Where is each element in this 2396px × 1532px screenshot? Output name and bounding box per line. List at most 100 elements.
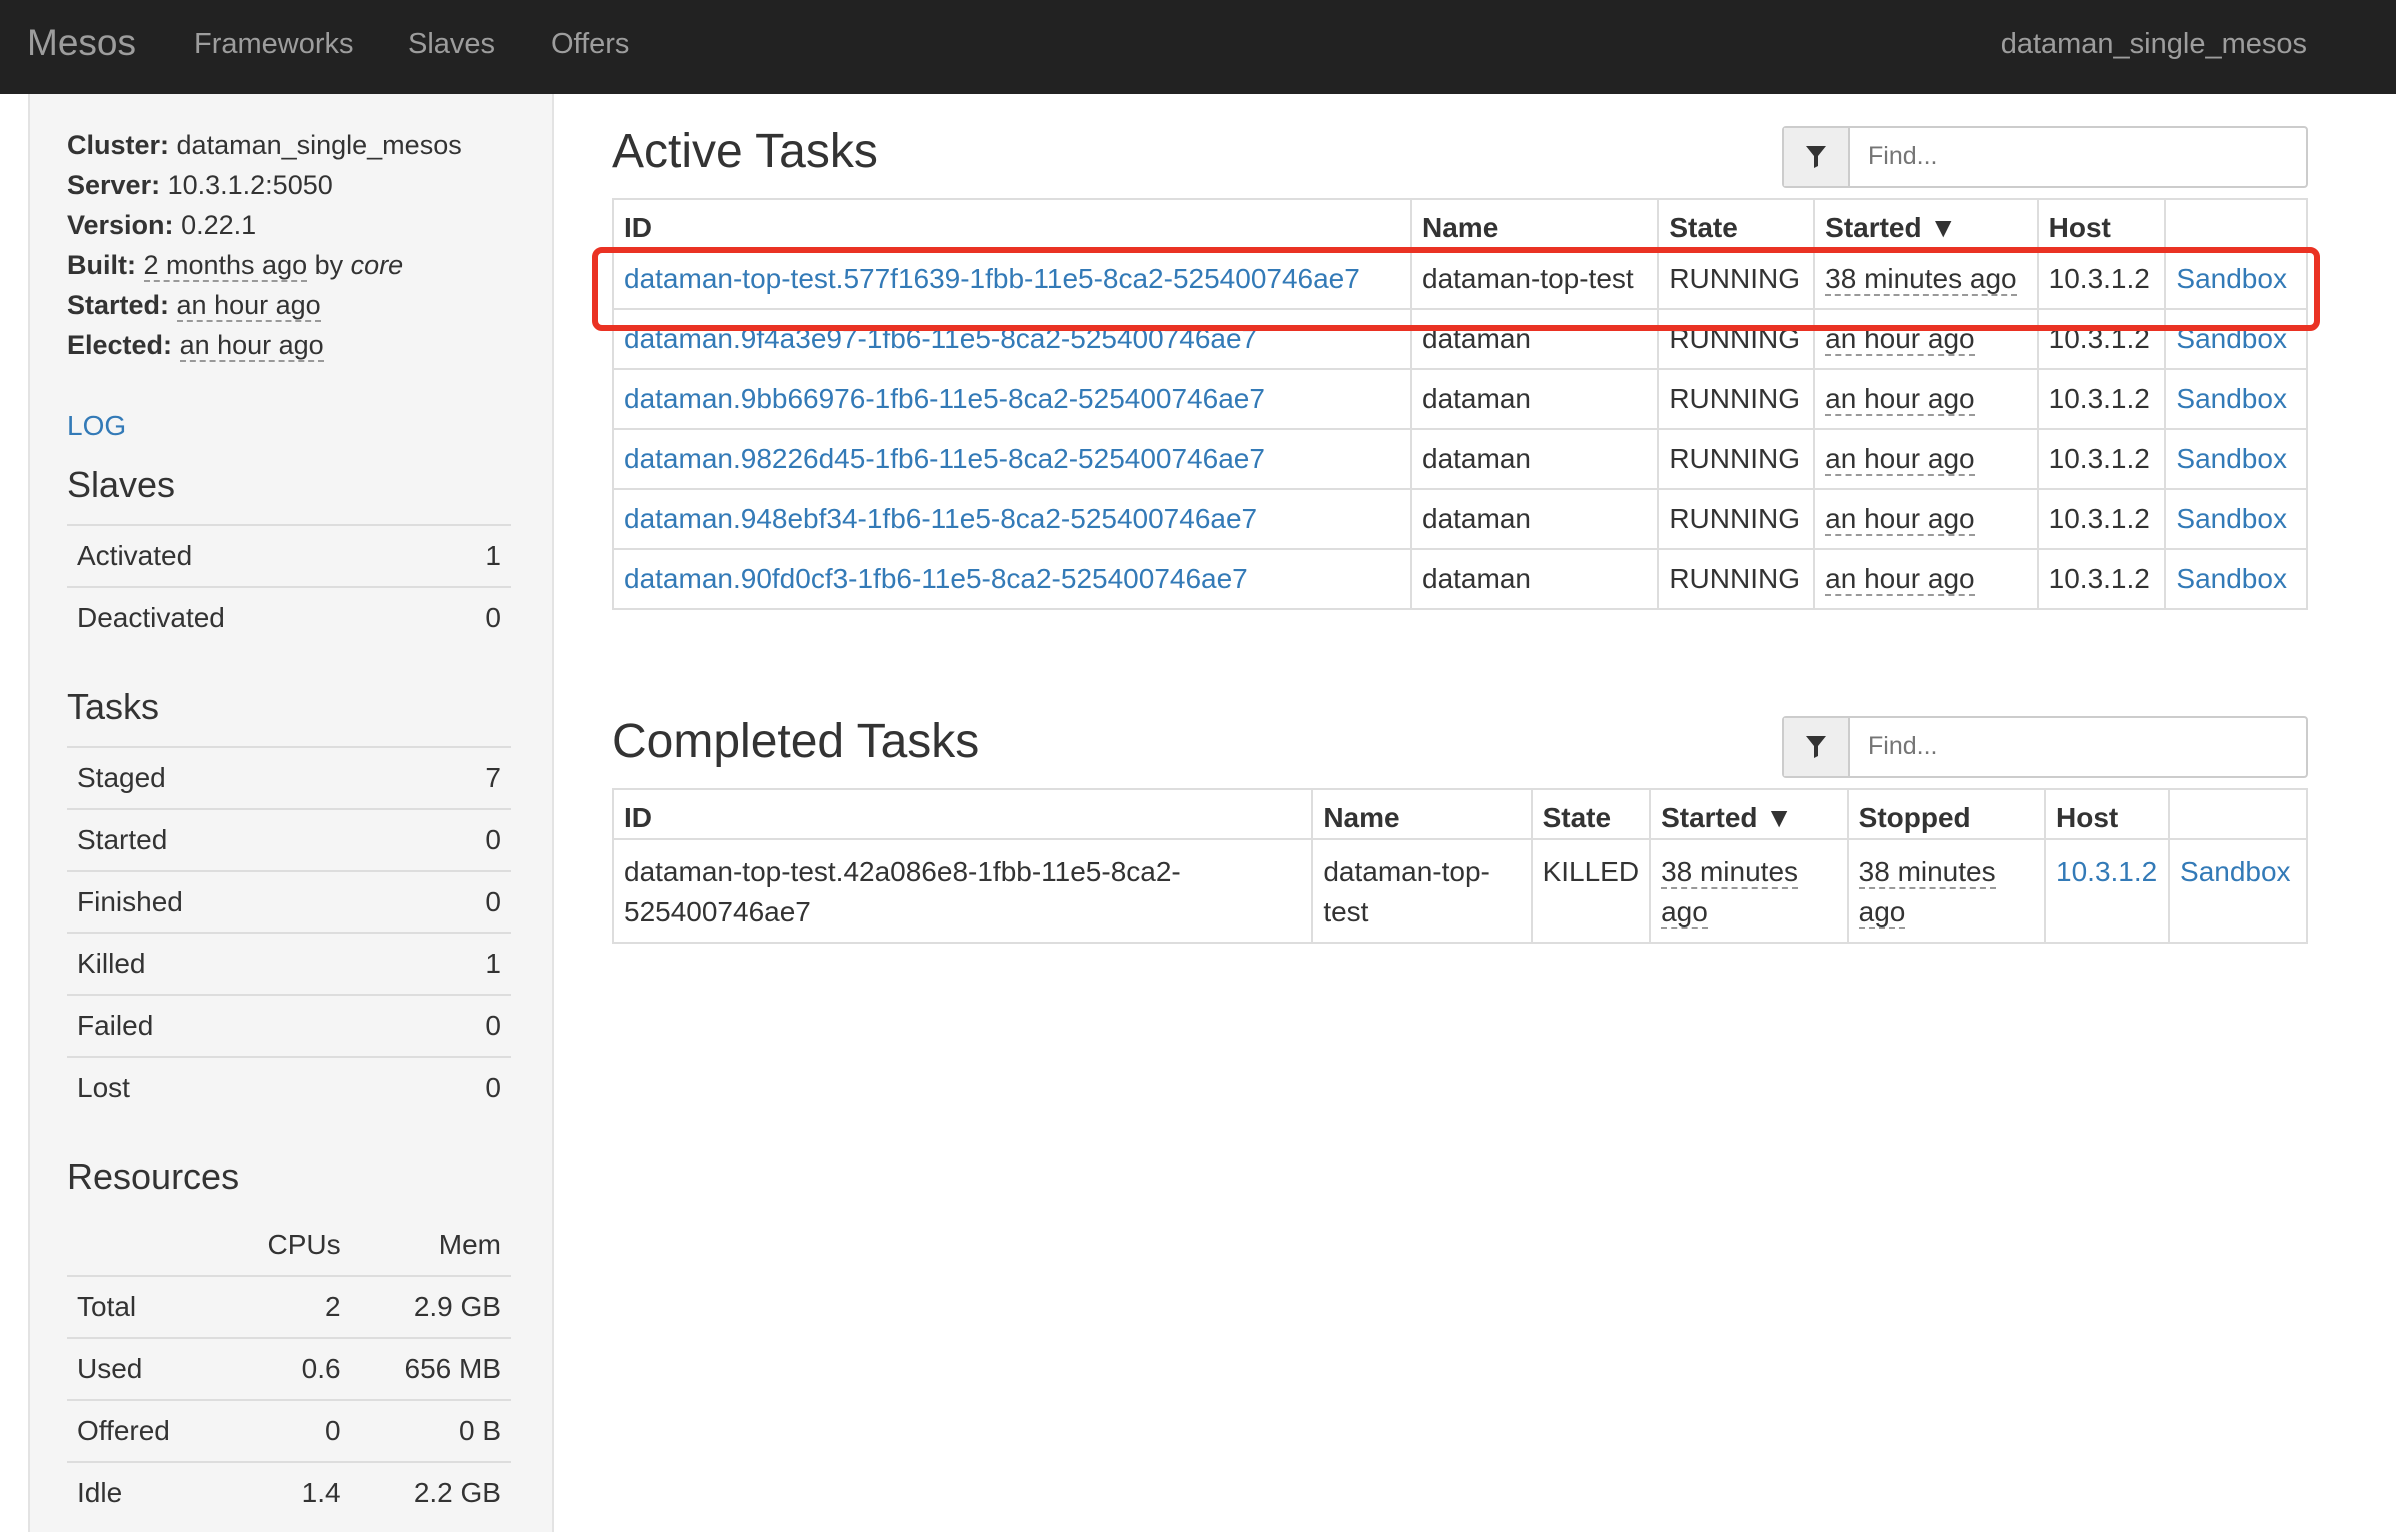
task-started-cell: 38 minutes ago <box>1649 838 1849 944</box>
cluster-label: Cluster: <box>67 130 170 160</box>
task-id-cell: dataman-top-test.42a086e8-1fbb-11e5-8ca2… <box>611 838 1314 944</box>
sandbox-link[interactable]: Sandbox <box>2180 856 2291 887</box>
table-row: Killed 1 <box>67 932 511 995</box>
task-started-line2: ago <box>1661 896 1708 929</box>
table-row: Staged 7 <box>67 746 511 809</box>
resource-label: Idle <box>67 1461 223 1523</box>
brand-link[interactable]: Mesos <box>27 22 136 64</box>
task-id-cell: dataman.948ebf34-1fb6-11e5-8ca2-52540074… <box>612 488 1412 550</box>
table-row: Finished 0 <box>67 870 511 933</box>
col-name[interactable]: Name <box>1409 198 1660 250</box>
version-info: Version: 0.22.1 <box>67 210 256 241</box>
cluster-name: dataman_single_mesos <box>2000 28 2307 60</box>
task-host: 10.3.1.2 <box>2036 368 2167 430</box>
col-state[interactable]: State <box>1530 788 1652 840</box>
col-host[interactable]: Host <box>2044 788 2171 840</box>
started-label: Started: <box>67 290 170 320</box>
task-id-line2: 525400746ae7 <box>624 896 811 927</box>
task-name: dataman <box>1409 368 1660 430</box>
server-info: Server: 10.3.1.2:5050 <box>67 170 333 201</box>
task-host: 10.3.1.2 <box>2036 428 2167 490</box>
task-id-link[interactable]: dataman.98226d45-1fb6-11e5-8ca2-52540074… <box>624 443 1265 474</box>
built-time: 2 months ago <box>143 250 308 282</box>
task-state: RUNNING <box>1657 488 1816 550</box>
version-value: 0.22.1 <box>181 210 257 240</box>
task-id-link[interactable]: dataman.948ebf34-1fb6-11e5-8ca2-52540074… <box>624 503 1257 534</box>
resource-cpus: 2 <box>222 1275 351 1338</box>
built-label: Built: <box>67 250 136 280</box>
col-host[interactable]: Host <box>2036 198 2167 250</box>
task-name-line1: dataman-top- <box>1323 856 1490 887</box>
task-id-link[interactable]: dataman.9bb66976-1fb6-11e5-8ca2-52540074… <box>624 383 1265 414</box>
table-header-row: ID Name State Started ▼ Stopped Host <box>611 788 2308 840</box>
filter-addon <box>1784 128 1850 186</box>
sandbox-link[interactable]: Sandbox <box>2176 503 2287 534</box>
log-link[interactable]: LOG <box>67 410 126 442</box>
task-stopped-line2: ago <box>1858 896 1906 929</box>
resources-col-mem: Mem <box>438 1229 501 1260</box>
task-started: an hour ago <box>1825 443 1975 476</box>
col-stopped[interactable]: Stopped <box>1846 788 2047 840</box>
task-stat-label: Staged <box>67 746 414 809</box>
task-stat-label: Lost <box>67 1056 414 1118</box>
task-stat-label: Finished <box>67 870 414 933</box>
table-row: Failed 0 <box>67 994 511 1057</box>
task-id-cell: dataman.98226d45-1fb6-11e5-8ca2-52540074… <box>612 428 1412 490</box>
active-tasks-search-input[interactable] <box>1868 142 2288 171</box>
resources-table: CPUs Mem Total 2 2.9 GB Used 0.6 656 MB Offe… <box>67 1215 511 1523</box>
table-row: Total 2 2.9 GB <box>67 1275 511 1338</box>
task-stat-value: 0 <box>413 808 511 871</box>
resource-label: Offered <box>67 1399 223 1462</box>
table-row: Started 0 <box>67 808 511 871</box>
task-started-cell: an hour ago <box>1813 548 2039 610</box>
col-state[interactable]: State <box>1657 198 1816 250</box>
slaves-table: Activated 1 Deactivated 0 <box>67 524 511 648</box>
task-state: RUNNING <box>1657 368 1816 430</box>
built-user: core <box>350 250 404 280</box>
task-id-link[interactable]: dataman.90fd0cf3-1fb6-11e5-8ca2-52540074… <box>624 563 1248 594</box>
sandbox-link[interactable]: Sandbox <box>2176 563 2287 594</box>
table-row: dataman-top-test.42a086e8-1fbb-11e5-8ca2… <box>611 838 2308 944</box>
nav-frameworks[interactable]: Frameworks <box>194 28 354 61</box>
nav-offers[interactable]: Offers <box>551 28 629 61</box>
col-name[interactable]: Name <box>1311 788 1533 840</box>
resource-mem: 2.2 GB <box>350 1461 511 1523</box>
table-row: dataman.948ebf34-1fb6-11e5-8ca2-52540074… <box>612 488 2308 550</box>
resource-label: Used <box>67 1337 223 1400</box>
col-id[interactable]: ID <box>611 788 1314 840</box>
table-row: Deactivated 0 <box>67 586 511 648</box>
task-stopped-cell: 38 minutes ago <box>1846 838 2047 944</box>
elected-value: an hour ago <box>179 330 324 362</box>
cluster-value: dataman_single_mesos <box>176 130 462 160</box>
active-tasks-filter <box>1782 126 2308 188</box>
sandbox-link[interactable]: Sandbox <box>2176 443 2287 474</box>
task-stopped-line1: 38 minutes <box>1858 856 1996 889</box>
col-started[interactable]: Started ▼ <box>1813 198 2039 250</box>
col-id[interactable]: ID <box>612 198 1412 250</box>
filter-icon <box>1806 146 1826 168</box>
built-by: by <box>314 250 344 280</box>
completed-tasks-search-input[interactable] <box>1868 732 2288 761</box>
host-link[interactable]: 10.3.1.2 <box>2056 856 2157 887</box>
task-stat-value: 7 <box>413 746 511 809</box>
task-id-line1: dataman-top-test.42a086e8-1fbb-11e5-8ca2… <box>624 856 1181 887</box>
started-info: Started: an hour ago <box>67 290 321 322</box>
nav-slaves[interactable]: Slaves <box>408 28 495 61</box>
task-started-cell: an hour ago <box>1813 428 2039 490</box>
task-stat-label: Killed <box>67 932 414 995</box>
resource-cpus: 0 <box>222 1399 351 1462</box>
resource-label: Total <box>67 1275 223 1338</box>
resource-cpus: 1.4 <box>222 1461 351 1523</box>
resource-mem: 656 MB <box>350 1337 511 1400</box>
col-started[interactable]: Started ▼ <box>1649 788 1849 840</box>
server-label: Server: <box>67 170 161 200</box>
resource-mem: 0 B <box>350 1399 511 1462</box>
task-id-cell: dataman.9bb66976-1fb6-11e5-8ca2-52540074… <box>612 368 1412 430</box>
sandbox-link[interactable]: Sandbox <box>2176 383 2287 414</box>
sandbox-cell: Sandbox <box>2164 488 2308 550</box>
server-value: 10.3.1.2:5050 <box>167 170 333 200</box>
task-started: an hour ago <box>1825 503 1975 536</box>
completed-tasks-title: Completed Tasks <box>612 715 980 768</box>
slave-stat-value: 0 <box>433 586 511 648</box>
sandbox-cell: Sandbox <box>2168 838 2308 944</box>
